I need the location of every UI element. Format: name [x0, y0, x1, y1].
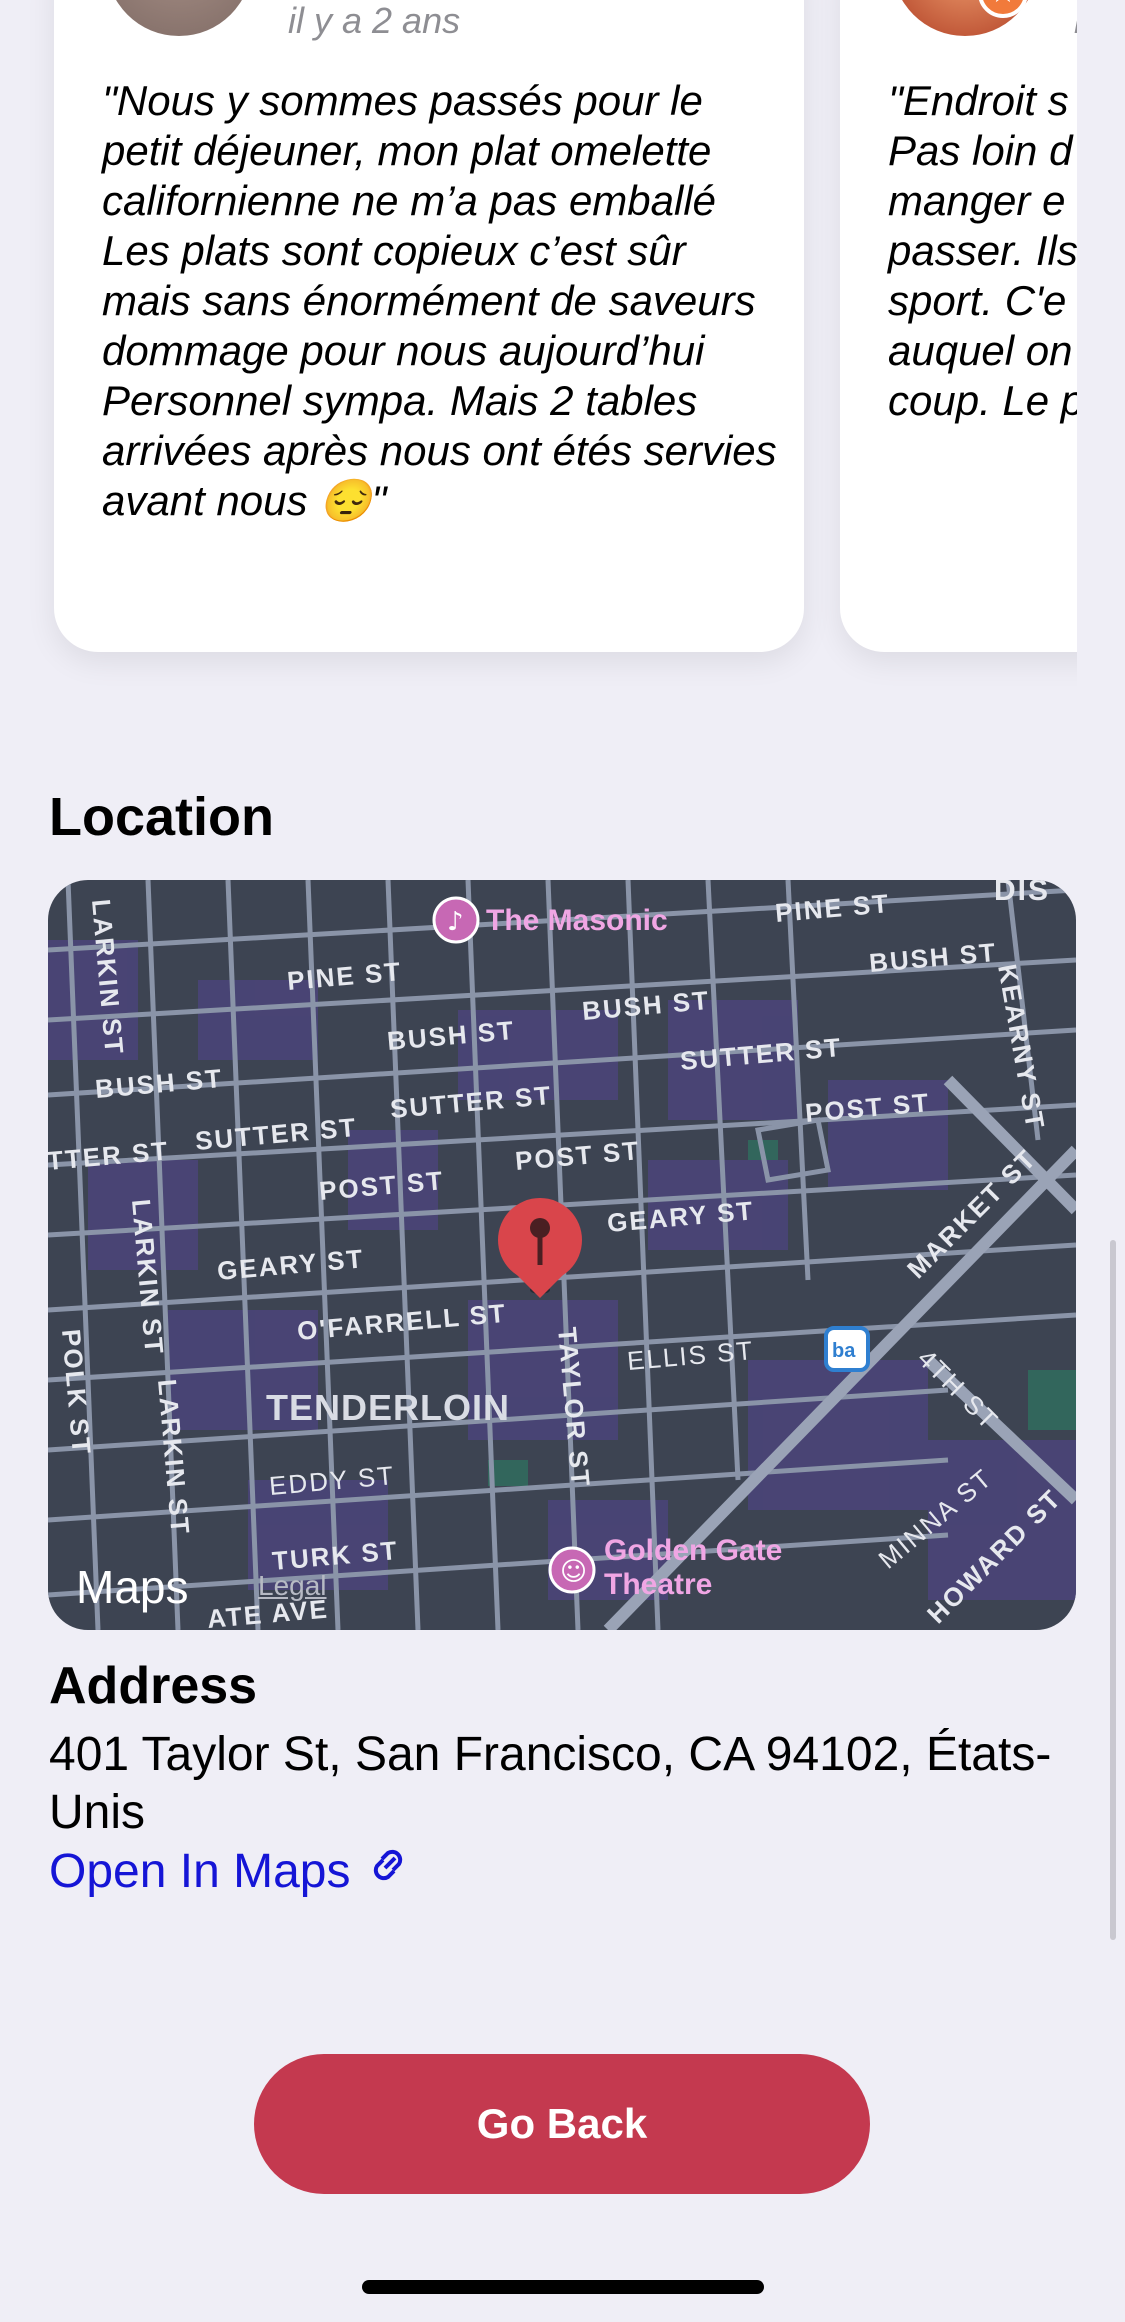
street-label: POST ST — [514, 1135, 641, 1176]
scrollbar[interactable] — [1110, 1240, 1116, 1940]
svg-text:ba: ba — [832, 1340, 856, 1362]
home-indicator[interactable] — [362, 2280, 764, 2294]
map-canvas: PINE ST PINE ST BUSH ST BUSH ST BUSH ST … — [48, 880, 1076, 1630]
neighborhood-label: TENDERLOIN — [266, 1387, 510, 1428]
legal-link[interactable]: Legal — [258, 1570, 327, 1602]
address-heading: Address — [49, 1657, 258, 1715]
address-text: 401 Taylor St, San Francisco, CA 94102, … — [49, 1728, 1052, 1839]
district-label: DIS — [994, 880, 1050, 907]
street-label: GEARY ST — [216, 1243, 366, 1286]
street-label: PINE ST — [774, 888, 891, 928]
reviews-carousel[interactable]: il y a 2 ans "Nous y sommes passés pour … — [0, 0, 1125, 700]
street-label: BUSH ST — [868, 937, 998, 978]
open-in-maps-label: Open In Maps — [49, 1844, 351, 1898]
street-label: KEARNY ST — [992, 962, 1051, 1132]
street-label: BUSH ST — [94, 1063, 224, 1104]
street-label: PINE ST — [286, 956, 403, 996]
review-text: "Endroit s Pas loin d manger e passer. I… — [888, 77, 1077, 424]
location-heading: Location — [49, 787, 274, 847]
poi-masonic[interactable]: ♪ The Masonic — [432, 896, 668, 944]
review-time: i — [1074, 0, 1077, 42]
open-in-maps-link[interactable]: Open In Maps — [49, 1842, 411, 1900]
svg-text:Golden Gate: Golden Gate — [604, 1534, 782, 1567]
review-card: ★ i "Endroit s Pas loin d manger e passe… — [840, 0, 1077, 652]
svg-text:Theatre: Theatre — [604, 1568, 712, 1601]
street-label: POLK ST — [56, 1328, 97, 1457]
location-map[interactable]: PINE ST PINE ST BUSH ST BUSH ST BUSH ST … — [48, 880, 1076, 1630]
apple-maps-logo: Maps — [76, 1561, 189, 1613]
svg-text:☺: ☺ — [560, 1557, 587, 1587]
go-back-button[interactable]: Go Back — [254, 2054, 870, 2194]
link-icon — [365, 1842, 411, 1900]
transit-icon: ba — [824, 1326, 870, 1372]
street-label: SUTTER ST — [389, 1080, 553, 1124]
svg-text:♪: ♪ — [447, 907, 464, 937]
poi-label: The Masonic — [486, 904, 668, 937]
